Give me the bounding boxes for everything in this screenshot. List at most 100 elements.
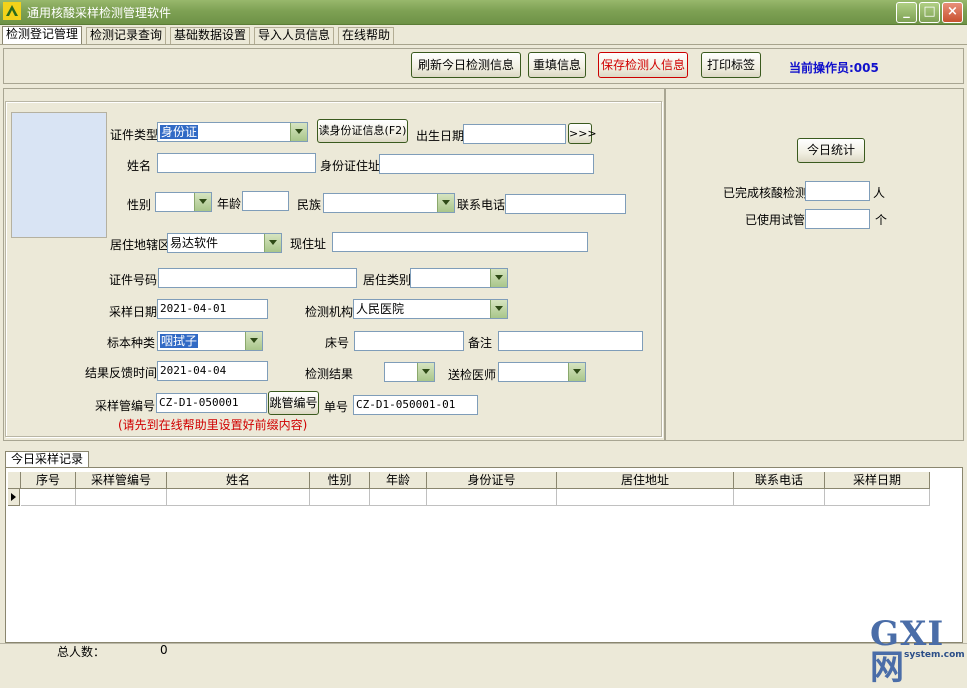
menu-bar: 检测登记管理 检测记录查询 基础数据设置 导入人员信息 在线帮助 xyxy=(0,26,967,44)
name-label: 姓名 xyxy=(127,159,152,173)
tab-help[interactable]: 在线帮助 xyxy=(338,27,395,44)
grid-corner xyxy=(8,472,21,489)
tab-register[interactable]: 检测登记管理 xyxy=(2,26,83,44)
order-number-field[interactable]: CZ-D1-050001-01 xyxy=(353,395,478,415)
id-type-select[interactable]: 身份证 xyxy=(157,122,308,142)
table-cell[interactable] xyxy=(427,489,557,506)
total-count-label: 总人数： xyxy=(57,645,106,659)
table-cell[interactable] xyxy=(370,489,427,506)
age-label: 年龄 xyxy=(217,197,242,211)
tab-query[interactable]: 检测记录查询 xyxy=(86,27,167,44)
table-cell[interactable] xyxy=(310,489,370,506)
agency-select[interactable]: 人民医院 xyxy=(353,299,508,319)
refresh-today-button[interactable]: 刷新今日检测信息 xyxy=(411,52,521,78)
district-select[interactable]: 易达软件 xyxy=(167,233,282,253)
ethnic-select[interactable] xyxy=(323,193,455,213)
column-header-phone[interactable]: 联系电话 xyxy=(734,472,825,489)
order-number-label: 单号 xyxy=(324,400,349,414)
bed-label: 床号 xyxy=(325,336,350,350)
chevron-down-icon xyxy=(437,194,454,212)
id-number-field[interactable] xyxy=(158,268,357,288)
table-cell[interactable] xyxy=(76,489,167,506)
close-button[interactable]: × xyxy=(942,2,963,23)
today-stats-button[interactable]: 今日统计 xyxy=(797,138,865,163)
status-bar xyxy=(0,643,967,664)
birth-date-go-button[interactable]: >>> xyxy=(568,123,597,144)
chevron-down-icon xyxy=(490,269,507,287)
doctor-label: 送检医师 xyxy=(448,368,497,382)
chevron-down-icon xyxy=(417,363,434,381)
table-cell[interactable] xyxy=(734,489,825,506)
table-cell[interactable] xyxy=(167,489,310,506)
column-header-name[interactable]: 姓名 xyxy=(167,472,310,489)
photo-box xyxy=(11,112,107,238)
maximize-button[interactable]: □ xyxy=(919,2,940,23)
tab-import[interactable]: 导入人员信息 xyxy=(254,27,335,44)
specimen-label: 标本种类 xyxy=(107,336,156,350)
residence-type-label: 居住类别 xyxy=(363,273,412,287)
column-header-id-number[interactable]: 身份证号 xyxy=(427,472,557,489)
skip-tube-button[interactable]: 跳管编号 xyxy=(268,391,319,415)
chevron-down-icon xyxy=(490,300,507,318)
birth-date-field[interactable] xyxy=(463,124,566,144)
chevron-down-icon xyxy=(290,123,307,141)
app-icon xyxy=(3,2,21,20)
table-cell[interactable] xyxy=(825,489,930,506)
menu-divider xyxy=(0,44,967,45)
id-address-label: 身份证住址 xyxy=(320,159,381,173)
column-header-age[interactable]: 年龄 xyxy=(370,472,427,489)
id-number-label: 证件号码 xyxy=(109,273,158,287)
window-title: 通用核酸采样检测管理软件 xyxy=(27,6,172,20)
print-label-button[interactable]: 打印标签 xyxy=(701,52,761,78)
column-header-sample-date[interactable]: 采样日期 xyxy=(825,472,930,489)
feedback-time-field[interactable]: 2021-04-04 xyxy=(157,361,268,381)
residence-type-select[interactable] xyxy=(410,268,508,288)
gender-label: 性别 xyxy=(127,198,152,212)
used-tubes-field[interactable] xyxy=(805,209,870,229)
tab-today-records[interactable]: 今日采样记录 xyxy=(5,451,90,468)
title-bar: 通用核酸采样检测管理软件 _ □ × xyxy=(0,0,967,25)
operator-label: 当前操作员:005 xyxy=(789,61,879,75)
agency-label: 检测机构 xyxy=(305,305,354,319)
specimen-select[interactable]: 咽拭子 xyxy=(157,331,263,351)
used-tubes-label: 已使用试管 xyxy=(745,213,806,227)
total-count-value: 0 xyxy=(160,643,168,657)
tube-number-label: 采样管编号 xyxy=(95,399,156,413)
bed-field[interactable] xyxy=(354,331,464,351)
completed-tests-label: 已完成核酸检测 xyxy=(723,186,808,200)
phone-field[interactable] xyxy=(505,194,626,214)
ethnic-label: 民族 xyxy=(297,198,322,212)
table-cell[interactable] xyxy=(21,489,76,506)
remark-field[interactable] xyxy=(498,331,643,351)
prefix-hint: (请先到在线帮助里设置好前缀内容) xyxy=(118,418,308,432)
completed-tests-field[interactable] xyxy=(805,181,870,201)
name-field[interactable] xyxy=(157,153,316,173)
current-address-field[interactable] xyxy=(332,232,588,252)
column-header-tube[interactable]: 采样管编号 xyxy=(76,472,167,489)
read-id-card-button[interactable]: 读身份证信息(F2) xyxy=(317,119,408,143)
column-header-gender[interactable]: 性别 xyxy=(310,472,370,489)
tab-basic-data[interactable]: 基础数据设置 xyxy=(170,27,251,44)
save-person-button[interactable]: 保存检测人信息 xyxy=(598,52,688,78)
column-header-address[interactable]: 居住地址 xyxy=(557,472,734,489)
gender-select[interactable] xyxy=(155,192,212,212)
chevron-down-icon xyxy=(264,234,281,252)
result-select[interactable] xyxy=(384,362,435,382)
birth-date-label: 出生日期 xyxy=(416,129,465,143)
remark-label: 备注 xyxy=(468,336,493,350)
sample-date-field[interactable]: 2021-04-01 xyxy=(157,299,268,319)
id-type-label: 证件类型 xyxy=(110,128,159,142)
tube-number-field[interactable]: CZ-D1-050001 xyxy=(156,393,267,413)
age-field[interactable] xyxy=(242,191,289,211)
refill-button[interactable]: 重填信息 xyxy=(528,52,586,78)
id-address-field[interactable] xyxy=(379,154,594,174)
sample-date-label: 采样日期 xyxy=(109,305,158,319)
minimize-button[interactable]: _ xyxy=(896,2,917,23)
doctor-select[interactable] xyxy=(498,362,586,382)
column-header-index[interactable]: 序号 xyxy=(21,472,76,489)
table-cell[interactable] xyxy=(557,489,734,506)
row-indicator-icon xyxy=(8,489,20,506)
watermark-domain: system.com xyxy=(904,650,965,660)
chevron-down-icon xyxy=(194,193,211,211)
watermark-logo: GXI网 system.com xyxy=(868,617,965,685)
